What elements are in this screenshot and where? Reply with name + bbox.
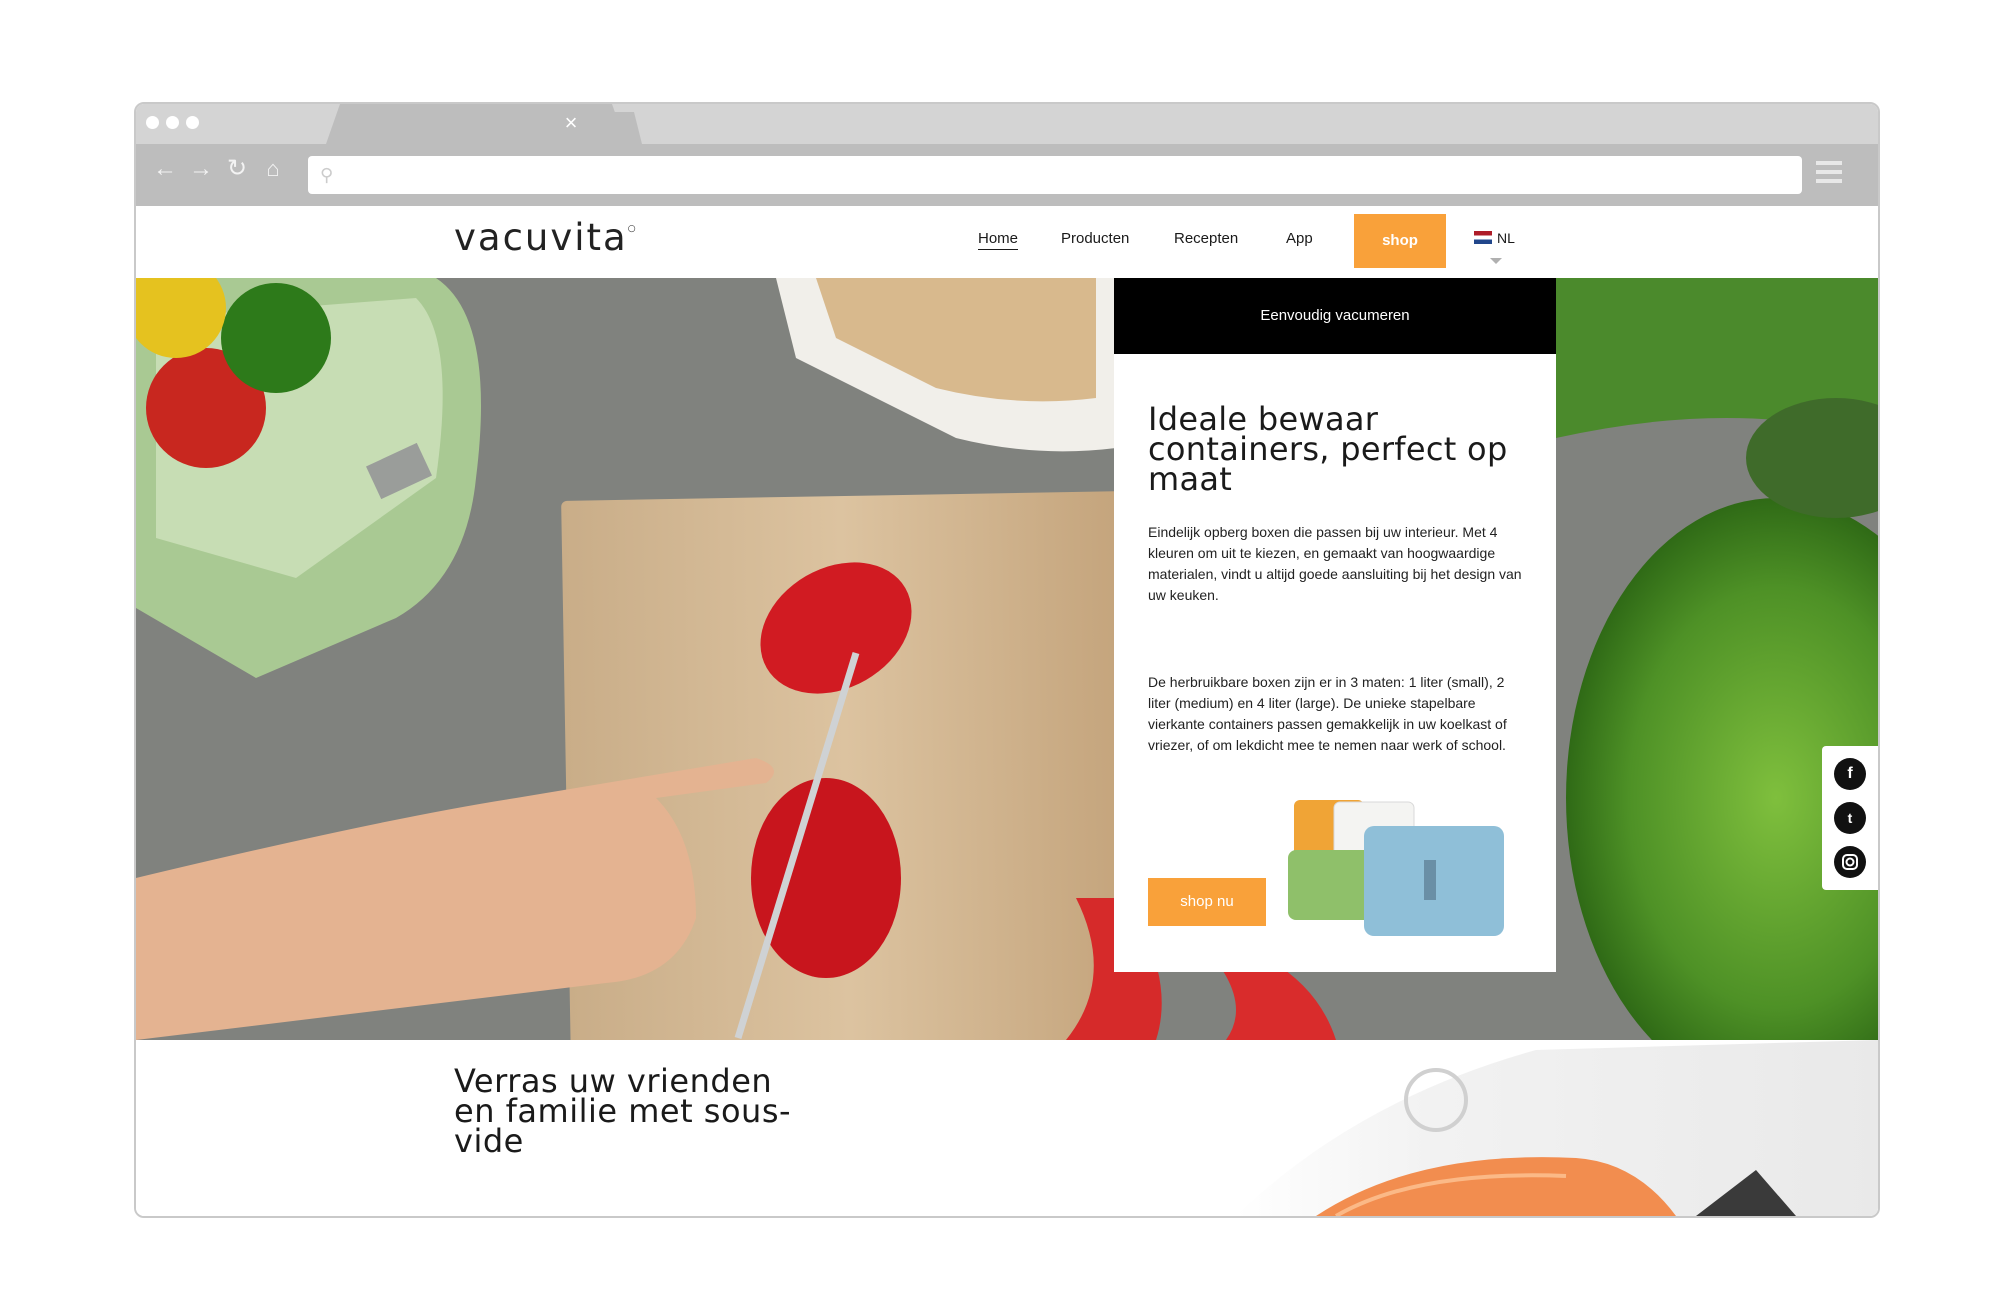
nav-recepten[interactable]: Recepten: [1174, 230, 1238, 247]
back-arrow-icon[interactable]: ←: [150, 154, 180, 184]
address-bar[interactable]: ⚲: [308, 156, 1802, 194]
facebook-icon[interactable]: f: [1834, 758, 1866, 790]
tab-close-icon[interactable]: ×: [561, 111, 581, 135]
panel-paragraph-1: Eindelijk opberg boxen die passen bij uw…: [1148, 524, 1522, 603]
info-panel: Ideale bewaar containers, perfect op maa…: [1114, 354, 1556, 972]
chevron-down-icon[interactable]: [1490, 258, 1502, 264]
panel-paragraph-2: De herbruikbare boxen zijn er in 3 maten…: [1148, 674, 1507, 753]
shop-button[interactable]: shop: [1354, 214, 1446, 268]
browser-toolbar: ← → ↻ ⌂ ⚲: [136, 144, 1878, 206]
home-icon[interactable]: ⌂: [258, 154, 288, 184]
browser-window: × ← → ↻ ⌂ ⚲ vacuvita○ Home Producten Rec…: [134, 102, 1880, 1218]
social-bar: f t: [1822, 746, 1878, 890]
window-minimize-dot[interactable]: [166, 116, 179, 129]
hero-section: Eenvoudig vacumeren Ideale bewaar contai…: [136, 278, 1878, 1040]
forward-arrow-icon[interactable]: →: [186, 154, 216, 184]
nav-app[interactable]: App: [1286, 230, 1313, 247]
window-close-dot[interactable]: [146, 116, 159, 129]
new-tab-button[interactable]: [594, 112, 642, 144]
search-icon: ⚲: [320, 165, 334, 185]
window-maximize-dot[interactable]: [186, 116, 199, 129]
shop-nu-button[interactable]: shop nu: [1148, 878, 1266, 926]
reload-icon[interactable]: ↻: [222, 154, 252, 184]
teaser-title: Verras uw vrienden en familie met sous-v…: [454, 1062, 792, 1160]
logo[interactable]: vacuvita○: [454, 216, 638, 259]
twitter-icon[interactable]: t: [1834, 802, 1866, 834]
containers-image: [1288, 800, 1504, 936]
dutch-flag-icon: [1474, 231, 1492, 244]
website: vacuvita○ Home Producten Recepten App sh…: [136, 206, 1878, 1216]
browser-tab[interactable]: [326, 104, 626, 144]
nav-home[interactable]: Home: [978, 230, 1019, 250]
tab-bar: ×: [136, 104, 1878, 144]
site-header: vacuvita○ Home Producten Recepten App sh…: [136, 206, 1878, 279]
panel-title: Ideale bewaar containers, perfect op maa…: [1148, 400, 1508, 498]
sous-vide-image: [1156, 1040, 1878, 1216]
instagram-icon[interactable]: [1834, 846, 1866, 878]
hero-photo: [136, 278, 1878, 1040]
nav-producten[interactable]: Producten: [1061, 230, 1129, 247]
language-selector[interactable]: NL: [1474, 230, 1515, 246]
language-label: NL: [1497, 230, 1515, 246]
panel-header: Eenvoudig vacumeren: [1114, 278, 1556, 354]
hamburger-menu-icon[interactable]: [1816, 161, 1842, 187]
